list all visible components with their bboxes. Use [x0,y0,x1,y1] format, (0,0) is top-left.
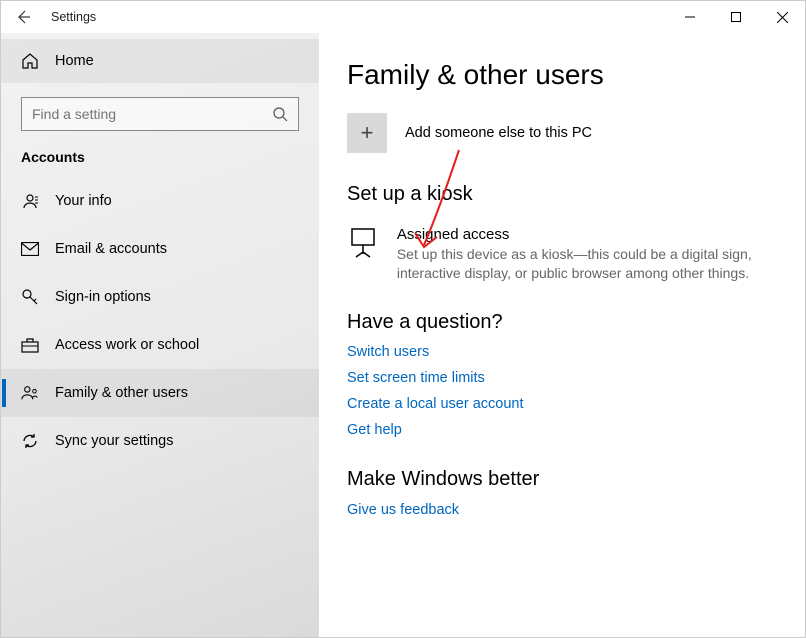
assigned-access-desc: Set up this device as a kiosk—this could… [397,245,775,283]
plus-icon: + [347,113,387,153]
titlebar: Settings [1,1,805,33]
window-title: Settings [51,10,96,24]
sidebar-item-email[interactable]: Email & accounts [1,225,319,273]
kiosk-icon [347,226,379,283]
back-button[interactable] [9,9,37,25]
briefcase-icon [21,337,39,353]
add-other-user-label: Add someone else to this PC [405,125,592,141]
maximize-button[interactable] [713,1,759,33]
help-links: Switch users Set screen time limits Crea… [347,344,775,438]
help-link-get-help[interactable]: Get help [347,422,402,438]
sidebar-item-label: Sign-in options [55,289,151,305]
sidebar-item-signin[interactable]: Sign-in options [1,273,319,321]
person-icon [21,192,39,210]
home-icon [21,52,39,70]
sidebar-item-label: Sync your settings [55,433,173,449]
assigned-access-title: Assigned access [397,226,775,243]
sidebar-item-label: Your info [55,193,112,209]
home-label: Home [55,53,94,69]
mail-icon [21,242,39,256]
search-input-field[interactable] [32,106,272,122]
assigned-access-button[interactable]: Assigned access Set up this device as a … [347,226,775,283]
sidebar-item-your-info[interactable]: Your info [1,177,319,225]
help-link-local-account[interactable]: Create a local user account [347,396,524,412]
settings-window: Settings Home A [0,0,806,638]
help-link-switch-users[interactable]: Switch users [347,344,429,360]
help-link-screen-time[interactable]: Set screen time limits [347,370,485,386]
help-heading: Have a question? [347,311,775,334]
sidebar: Home Accounts Your info Email & acco [1,33,319,637]
sidebar-section-label: Accounts [1,149,319,177]
page-title: Family & other users [347,59,775,91]
sidebar-item-family[interactable]: Family & other users [1,369,319,417]
sidebar-item-label: Email & accounts [55,241,167,257]
feedback-link[interactable]: Give us feedback [347,502,459,518]
add-other-user-button[interactable]: + Add someone else to this PC [347,113,775,153]
sidebar-item-label: Access work or school [55,337,199,353]
sidebar-item-label: Family & other users [55,385,188,401]
main-panel: Family & other users + Add someone else … [319,33,805,637]
key-icon [21,288,39,306]
close-button[interactable] [759,1,805,33]
people-icon [21,384,39,402]
sidebar-item-work[interactable]: Access work or school [1,321,319,369]
sync-icon [21,432,39,450]
feedback-heading: Make Windows better [347,468,775,491]
search-input[interactable] [21,97,299,131]
minimize-button[interactable] [667,1,713,33]
home-button[interactable]: Home [1,39,319,83]
search-icon [272,106,288,122]
sidebar-item-sync[interactable]: Sync your settings [1,417,319,465]
kiosk-heading: Set up a kiosk [347,183,775,206]
